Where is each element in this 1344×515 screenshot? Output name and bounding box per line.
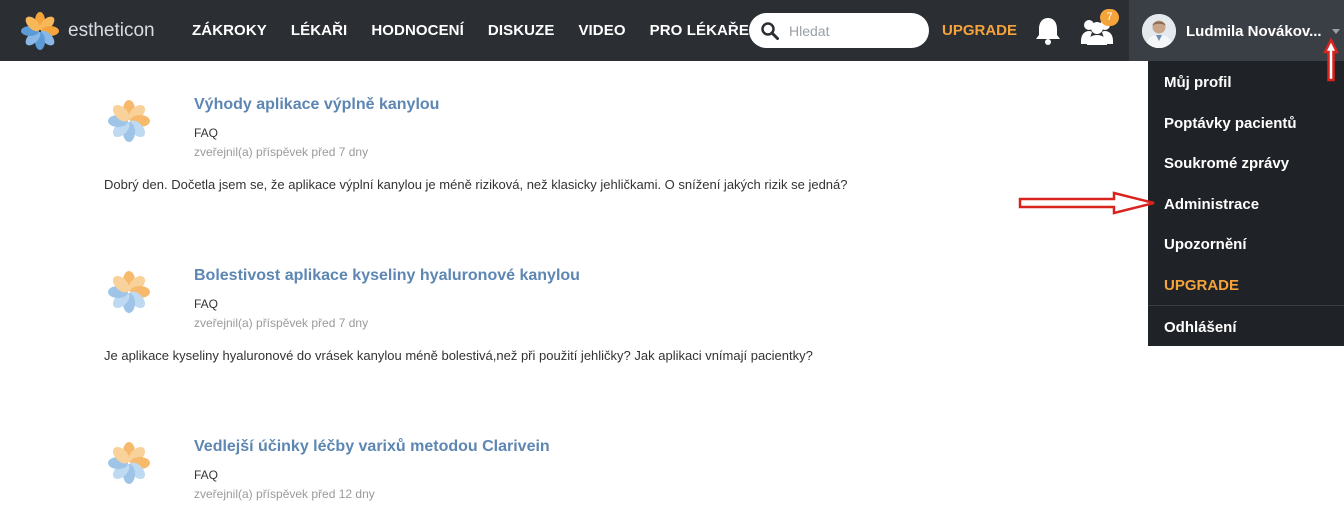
flower-logo-icon: [21, 12, 59, 50]
nav-item-hodnoceni[interactable]: HODNOCENÍ: [371, 22, 464, 39]
nav-item-video[interactable]: VIDEO: [578, 22, 625, 39]
post-title[interactable]: Vedlejší účinky léčby varixů metodou Cla…: [194, 438, 550, 456]
post-author-avatar: [108, 442, 150, 484]
post-category[interactable]: FAQ: [194, 468, 218, 482]
search-input[interactable]: [787, 20, 921, 42]
post-category[interactable]: FAQ: [194, 126, 218, 140]
annotation-arrow-right-icon: [1018, 191, 1155, 215]
friends-count-badge: 7: [1100, 9, 1119, 26]
nav-item-diskuze[interactable]: DISKUZE: [488, 22, 555, 39]
bell-icon[interactable]: [1034, 16, 1062, 46]
menu-item-administration[interactable]: Administrace: [1164, 196, 1259, 213]
nav-item-pro-lekare[interactable]: PRO LÉKAŘE: [650, 22, 749, 39]
menu-item-upgrade[interactable]: UPGRADE: [1164, 277, 1239, 294]
upgrade-link[interactable]: UPGRADE: [942, 22, 1017, 39]
avatar: [1142, 14, 1176, 48]
menu-item-my-profile[interactable]: Můj profil: [1164, 74, 1232, 91]
user-name: Ludmila Novákov...: [1186, 23, 1322, 40]
menu-divider: [1148, 305, 1344, 306]
post-author-avatar: [108, 271, 150, 313]
brand-logo[interactable]: estheticon: [20, 12, 155, 50]
post-meta: zveřejnil(a) příspěvek před 12 dny: [194, 487, 375, 501]
menu-item-private-messages[interactable]: Soukromé zprávy: [1164, 155, 1289, 172]
search-box[interactable]: [749, 13, 929, 48]
nav-item-lekari[interactable]: LÉKAŘI: [291, 22, 347, 39]
menu-item-logout[interactable]: Odhlášení: [1164, 319, 1237, 336]
menu-item-notifications[interactable]: Upozornění: [1164, 236, 1247, 253]
search-icon[interactable]: [761, 22, 779, 40]
top-navigation-bar: estheticon ZÁKROKY LÉKAŘI HODNOCENÍ DISK…: [0, 0, 1344, 61]
main-nav: ZÁKROKY LÉKAŘI HODNOCENÍ DISKUZE VIDEO P…: [180, 0, 761, 61]
post-meta: zveřejnil(a) příspěvek před 7 dny: [194, 316, 369, 330]
post-body: Je aplikace kyseliny hyaluronové do vrás…: [104, 348, 813, 363]
brand-name: estheticon: [68, 20, 155, 41]
post-title[interactable]: Výhody aplikace výplně kanylou: [194, 96, 439, 114]
post-meta: zveřejnil(a) příspěvek před 7 dny: [194, 145, 369, 159]
user-menu-toggle[interactable]: Ludmila Novákov...: [1129, 0, 1344, 61]
post-title[interactable]: Bolestivost aplikace kyseliny hyaluronov…: [194, 267, 580, 285]
annotation-arrow-up-icon: [1323, 38, 1339, 82]
post-category[interactable]: FAQ: [194, 297, 218, 311]
nav-item-zakroky[interactable]: ZÁKROKY: [192, 22, 267, 39]
chevron-down-icon[interactable]: [1332, 29, 1340, 34]
user-dropdown-menu: Můj profil Poptávky pacientů Soukromé zp…: [1148, 61, 1344, 346]
menu-item-patient-requests[interactable]: Poptávky pacientů: [1164, 115, 1297, 132]
post-author-avatar: [108, 100, 150, 142]
post-body: Dobrý den. Dočetla jsem se, že aplikace …: [104, 177, 848, 192]
